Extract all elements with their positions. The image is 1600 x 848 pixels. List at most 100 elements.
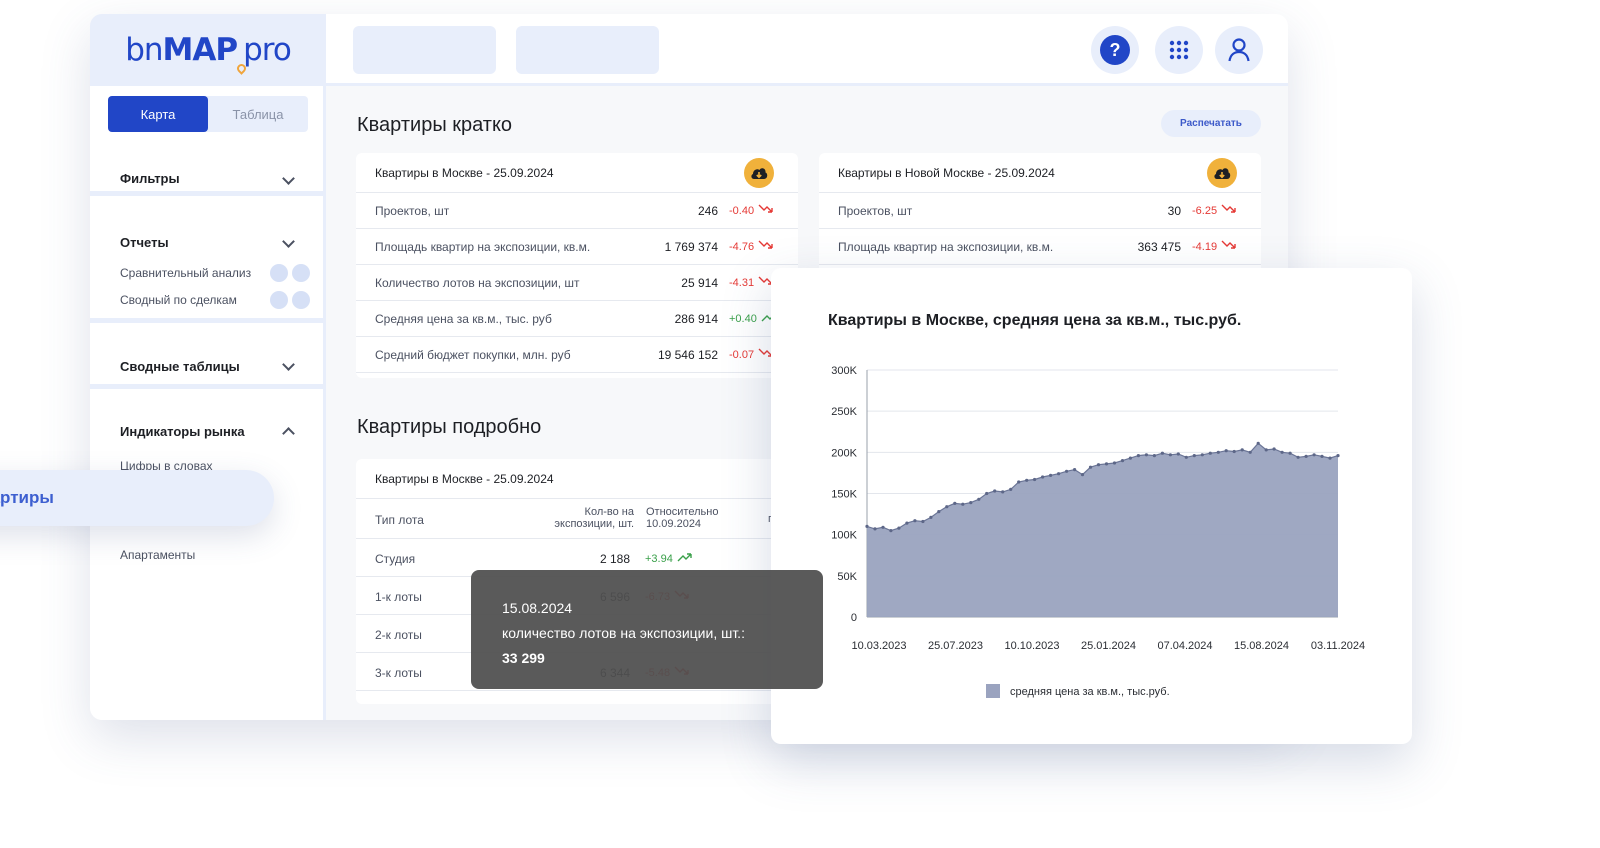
sidebar-item-apartments[interactable]: Апартаменты xyxy=(120,548,195,562)
reports-header[interactable]: Отчеты xyxy=(120,235,169,250)
sidebar-item-apartments-flats[interactable]: Квартиры xyxy=(0,470,274,526)
y-tick-label: 100K xyxy=(831,530,857,542)
pivot-tables-header[interactable]: Сводные таблицы xyxy=(120,359,240,374)
data-point xyxy=(1057,472,1061,476)
row-value: 30 xyxy=(1167,203,1181,218)
data-point xyxy=(985,491,989,496)
data-point xyxy=(1320,454,1324,458)
x-tick-label: 03.11.2024 xyxy=(1311,640,1365,652)
row-label: Площадь квартир на экспозиции, кв.м. xyxy=(838,239,1054,254)
chevron-up-icon[interactable] xyxy=(282,427,295,440)
lot-type: 1-к лоты xyxy=(375,590,422,604)
sidebar: Карта Таблица Фильтры Отчеты Сравнительн… xyxy=(90,86,326,720)
row-value: 363 475 xyxy=(1137,239,1181,254)
data-point xyxy=(1224,449,1228,453)
data-point xyxy=(1001,490,1005,494)
row-delta: +0.40 xyxy=(729,312,777,325)
legend-swatch xyxy=(986,684,1000,698)
download-cloud-icon[interactable] xyxy=(744,158,774,188)
tab-table[interactable]: Таблица xyxy=(208,96,308,132)
data-point xyxy=(1120,459,1125,463)
divider xyxy=(90,318,326,323)
table-row: Проектов, шт 30 -6.25 xyxy=(819,193,1261,229)
data-point xyxy=(1112,461,1117,465)
data-point xyxy=(1240,448,1244,452)
placeholder-field-2[interactable] xyxy=(516,26,659,74)
sidebar-item-comparative[interactable]: Сравнительный анализ xyxy=(120,266,251,280)
apps-grid-button[interactable] xyxy=(1155,26,1203,74)
y-tick-label: 150K xyxy=(831,489,857,501)
tooltip-value: 33 299 xyxy=(502,650,545,666)
lot-type: Студия xyxy=(375,552,416,566)
y-tick-label: 200K xyxy=(831,447,857,459)
filters-header[interactable]: Фильтры xyxy=(120,171,180,186)
view-toggle: Карта Таблица xyxy=(108,96,308,132)
data-point xyxy=(1208,451,1212,455)
data-point xyxy=(1328,456,1332,460)
x-tick-label: 15.08.2024 xyxy=(1234,640,1289,652)
data-point xyxy=(1088,465,1093,469)
data-point xyxy=(1144,453,1148,457)
report-badges xyxy=(270,264,310,282)
row-value: 1 769 374 xyxy=(664,239,718,254)
chart-card: Квартиры в Москве, средняя цена за кв.м.… xyxy=(771,268,1412,744)
placeholder-field-1[interactable] xyxy=(353,26,496,74)
sidebar-item-deals[interactable]: Сводный по сделкам xyxy=(120,293,237,307)
data-point xyxy=(1041,475,1045,479)
data-point xyxy=(1080,473,1085,477)
help-button[interactable]: ? xyxy=(1091,26,1139,74)
table-row: Площадь квартир на экспозиции, кв.м. 363 … xyxy=(819,229,1261,265)
divider xyxy=(90,191,326,196)
data-point xyxy=(1176,452,1180,456)
data-point xyxy=(961,502,965,506)
data-point xyxy=(873,527,877,531)
trend-down-icon xyxy=(1221,240,1237,253)
data-point xyxy=(897,526,901,530)
trend-up-icon xyxy=(677,553,693,565)
chevron-down-icon[interactable] xyxy=(282,172,295,185)
col-relative: Относительно 10.09.2024 xyxy=(646,506,719,530)
summary-card-new-moscow: Квартиры в Новой Москве - 25.09.2024 Про… xyxy=(819,153,1261,273)
help-icon: ? xyxy=(1100,35,1130,65)
data-point xyxy=(1025,478,1029,482)
profile-button[interactable] xyxy=(1215,26,1263,74)
y-tick-label: 50K xyxy=(837,571,857,583)
data-point xyxy=(1232,449,1236,454)
data-point xyxy=(1049,473,1053,477)
detail-title: Квартиры подробно xyxy=(357,416,542,438)
data-point xyxy=(1096,463,1101,467)
chevron-down-icon[interactable] xyxy=(282,235,295,248)
data-point xyxy=(929,515,933,519)
data-point xyxy=(977,497,981,501)
data-point xyxy=(921,519,925,524)
data-point xyxy=(1200,453,1204,457)
data-point xyxy=(937,510,941,514)
table-row: Проектов, шт 246 -0.40 xyxy=(356,193,798,229)
data-point xyxy=(993,489,997,493)
brand-logo[interactable]: bnMAP pro xyxy=(125,32,292,75)
report-badges xyxy=(270,291,310,309)
chart-tooltip: 15.08.2024 количество лотов на экспозици… xyxy=(471,570,823,689)
data-point xyxy=(1104,462,1109,466)
row-delta: -4.76 xyxy=(729,240,774,253)
x-tick-label: 10.10.2023 xyxy=(1004,640,1059,652)
row-delta: -6.25 xyxy=(1192,204,1237,217)
y-tick-label: 300K xyxy=(831,365,857,377)
data-point xyxy=(1184,455,1188,459)
market-indicators-header[interactable]: Индикаторы рынка xyxy=(120,424,245,439)
lot-type: 2-к лоты xyxy=(375,628,422,642)
x-tick-label: 25.07.2023 xyxy=(928,640,983,652)
data-point xyxy=(945,505,949,509)
summary-card-moscow: Квартиры в Москве - 25.09.2024 Проектов,… xyxy=(356,153,798,378)
tab-map[interactable]: Карта xyxy=(108,96,208,132)
data-point xyxy=(1065,469,1069,473)
download-cloud-icon[interactable] xyxy=(1207,158,1237,188)
data-point xyxy=(913,519,917,523)
row-value: 25 914 xyxy=(681,275,718,290)
y-tick-label: 250K xyxy=(831,406,857,418)
user-icon xyxy=(1228,38,1250,62)
col-type: Тип лота xyxy=(375,513,424,527)
print-button[interactable]: Распечатать xyxy=(1161,110,1261,137)
chevron-down-icon[interactable] xyxy=(282,358,295,371)
area-chart[interactable]: 0 50K 100K 150K 200K 250K 300K 10.03.2023 25.07.… xyxy=(771,268,1412,744)
